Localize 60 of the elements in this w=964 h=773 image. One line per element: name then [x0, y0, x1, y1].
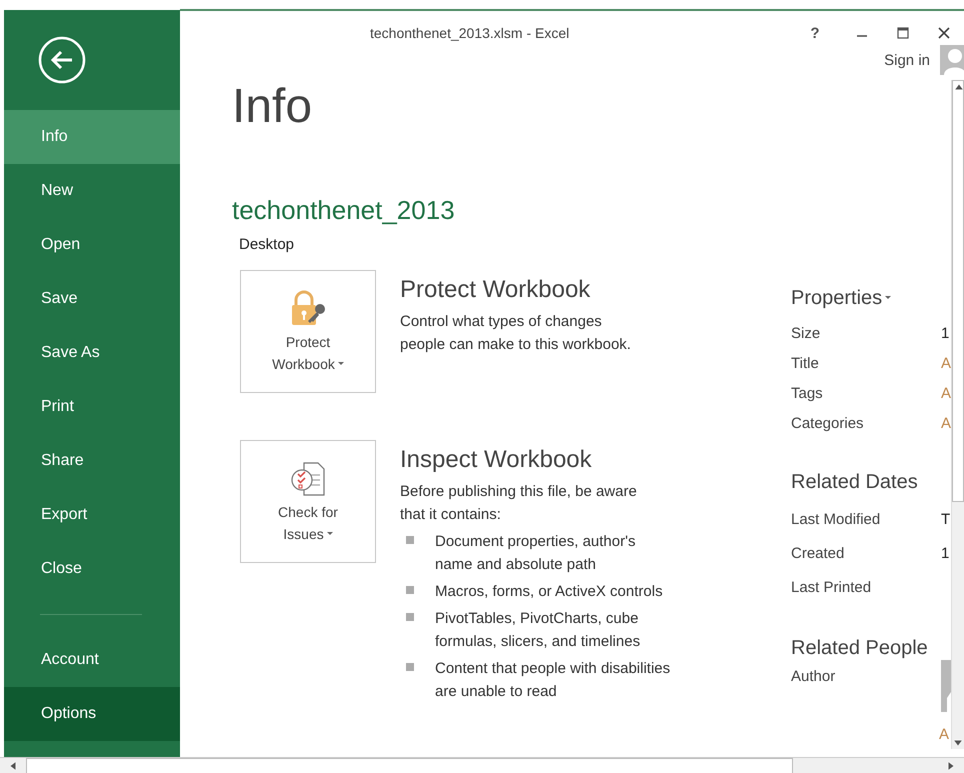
protect-workbook-button[interactable]: Protect Workbook — [240, 270, 376, 393]
property-label: Size — [791, 324, 822, 342]
scroll-left-icon[interactable] — [8, 761, 18, 771]
sign-in-link[interactable]: Sign in — [884, 52, 930, 68]
property-value: 1 — [941, 544, 950, 562]
menu-item[interactable]: Info — [4, 110, 180, 164]
horizontal-scrollbar[interactable] — [0, 757, 964, 773]
bullet-icon — [406, 613, 414, 621]
property-label: Categories — [791, 414, 865, 432]
menu-item[interactable]: Options — [4, 687, 180, 741]
property-value[interactable]: A — [941, 414, 952, 432]
check-for-issues-button[interactable]: Check for Issues — [240, 440, 376, 563]
file-name: techonthenet_2013 — [232, 195, 456, 226]
property-label: Tags — [791, 384, 824, 402]
section-title: Inspect Workbook — [400, 446, 593, 474]
menu-item[interactable]: Print — [4, 380, 180, 434]
property-value: T — [941, 510, 950, 528]
page-heading: Info — [232, 79, 314, 135]
menu-item[interactable]: Share — [4, 434, 180, 488]
section-title: Related People — [791, 636, 928, 660]
section-description: Before publishing this file, be aware that it contains: — [400, 482, 638, 525]
section-title: Protect Workbook — [400, 276, 592, 304]
property-value[interactable]: A — [941, 354, 952, 372]
back-icon[interactable] — [38, 36, 86, 84]
bullet-icon — [406, 586, 414, 594]
menu-item[interactable]: Save As — [4, 326, 180, 380]
menu-item[interactable]: Account — [4, 633, 180, 687]
property-label: Created — [791, 544, 846, 562]
menu-item[interactable]: Save — [4, 272, 180, 326]
help-button[interactable]: ? — [800, 23, 830, 43]
menu-item[interactable]: Open — [4, 218, 180, 272]
scrollbar-thumb[interactable] — [26, 758, 793, 773]
scroll-right-icon[interactable] — [946, 761, 956, 771]
scrollbar-thumb[interactable] — [952, 80, 964, 502]
vertical-scrollbar[interactable] — [951, 80, 964, 749]
menu-item[interactable]: Close — [4, 542, 180, 596]
property-value[interactable]: A — [941, 384, 952, 402]
property-value[interactable]: A — [938, 726, 949, 743]
section-description: Control what types of changes people can make to this workbook. — [400, 312, 632, 355]
scroll-up-icon[interactable] — [954, 82, 964, 92]
bullet-text: PivotTables, PivotCharts, cube formulas, slicers, and timelines — [435, 609, 642, 652]
bullet-text: Content that people with disabilities are unable to read — [435, 659, 672, 702]
bullet-text: Macros, forms, or ActiveX controls — [435, 582, 664, 602]
property-value: 1 — [941, 324, 950, 342]
property-label: Last Printed — [791, 578, 872, 596]
menu-item[interactable]: New — [4, 164, 180, 218]
section-title: Related Dates — [791, 470, 918, 494]
property-label: Author — [791, 668, 836, 685]
menu-item[interactable]: Export — [4, 488, 180, 542]
property-label: Last Modified — [791, 510, 882, 528]
bullet-icon — [406, 663, 414, 671]
bullet-text: Document properties, author's name and absolute path — [435, 532, 636, 575]
scroll-down-icon[interactable] — [953, 738, 963, 748]
maximize-icon[interactable] — [896, 27, 908, 39]
bullet-icon — [406, 536, 414, 544]
close-icon[interactable] — [938, 27, 950, 39]
file-location: Desktop — [239, 236, 296, 253]
window-title: techonthenet_2013.xlsm - Excel — [370, 25, 570, 41]
section-title[interactable]: Properties — [791, 285, 892, 311]
property-label: Title — [791, 354, 820, 372]
